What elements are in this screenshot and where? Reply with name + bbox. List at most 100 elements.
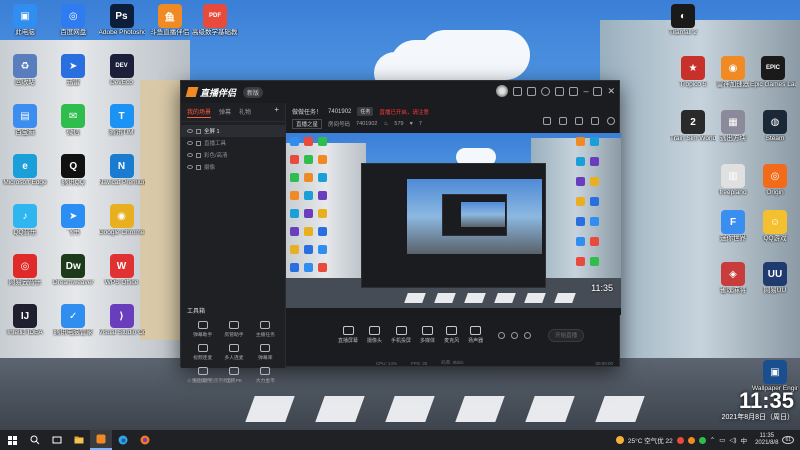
visibility-eye-icon[interactable] [187, 141, 193, 145]
desktop-shortcut[interactable]: UU 网易UU [752, 262, 798, 295]
toolbox-item[interactable]: 视频连麦 [187, 344, 218, 361]
notification-count[interactable]: 61 [782, 436, 794, 444]
toolbox-item[interactable]: 弹幕助手 [187, 321, 218, 338]
source-button[interactable]: 多媒体 [420, 326, 435, 344]
scene-item[interactable]: 摄像 [181, 161, 285, 173]
desktop-shortcut[interactable]: ◐ Titanfall 2 [660, 4, 706, 37]
taskbar-clock[interactable]: 11:35 2021/8/8 [755, 433, 778, 447]
tutorial-notice[interactable]: 斗鱼直播伴侣使用教程 [187, 378, 232, 384]
desktop-shortcut[interactable]: ▤ 百宝箱 [2, 104, 48, 137]
tray-app-icon[interactable] [676, 436, 684, 444]
toolbox-item[interactable]: 弹幕库 [250, 344, 281, 361]
add-scene-icon[interactable]: + [274, 106, 279, 118]
version-badge[interactable]: 新版 [243, 86, 264, 98]
desktop-shortcut[interactable]: N Navicat Premium [99, 154, 145, 187]
minimize-icon[interactable]: – [583, 86, 588, 96]
desktop-shortcut[interactable]: ⟩Visual Studio Code [99, 304, 145, 337]
scene-item[interactable]: 彩色/高清 [181, 149, 285, 161]
task-badge[interactable]: 任务 [357, 107, 374, 116]
desktop-shortcut[interactable]: ◉ Google Chrome [99, 204, 145, 237]
desktop-shortcut[interactable]: EPICEpic Games Launcher [750, 56, 796, 89]
visibility-eye-icon[interactable] [187, 153, 193, 157]
volume-icon[interactable]: ◁) [729, 436, 736, 444]
chevron-up-icon[interactable]: ⌃ [710, 436, 715, 444]
network-icon[interactable]: ▭ [719, 436, 725, 444]
search-button[interactable] [24, 430, 46, 450]
desktop-shortcut[interactable]: DEV DevEco [99, 54, 145, 87]
desktop-shortcut[interactable]: PDF高级数学基础教材.pdf [192, 4, 238, 37]
desktop-shortcut[interactable]: ♪ QQ音乐 [2, 204, 48, 237]
desktop-shortcut[interactable]: ✓ 腾讯电脑管家 [50, 304, 96, 337]
start-button[interactable] [0, 430, 24, 450]
gift-icon[interactable] [527, 86, 537, 96]
tab-danmaku[interactable]: 弹幕 [219, 107, 231, 118]
message-icon[interactable] [513, 86, 523, 96]
gear-icon[interactable] [524, 331, 532, 339]
desktop-shortcut[interactable]: T 腾讯TIM [99, 104, 145, 137]
desktop-shortcut[interactable]: ▣ 此电脑 [2, 4, 48, 37]
tray-douyu-icon[interactable] [687, 436, 695, 444]
desktop-shortcut[interactable]: W WPS Office [99, 254, 145, 287]
desktop-shortcut[interactable]: F 迷你世界 [710, 210, 756, 243]
desktop-shortcut[interactable]: ♻ 回收站 [2, 54, 48, 87]
taskbar-edge[interactable] [112, 430, 134, 450]
maximize-icon[interactable] [593, 86, 603, 96]
taskbar-explorer[interactable] [68, 430, 90, 450]
source-button[interactable]: 摄像头 [367, 326, 382, 344]
bell-icon[interactable] [591, 117, 599, 125]
task-view-button[interactable] [46, 430, 68, 450]
settings-icon[interactable] [555, 86, 565, 96]
more-icon[interactable] [607, 117, 615, 125]
desktop-shortcut[interactable]: ◈ 雀魂麻将 [710, 262, 756, 295]
scene-item[interactable]: 全屏 1 [181, 125, 285, 137]
desktop-shortcut[interactable]: ✉ 微信 [50, 104, 96, 137]
desktop-shortcut[interactable]: IJ IntelliJ IDEA [2, 304, 48, 337]
scene-item[interactable]: 直播工具 [181, 137, 285, 149]
desktop-shortcut[interactable]: Dw Dreamweaver [50, 254, 96, 287]
desktop-shortcut[interactable]: ☺ QQ游戏 [752, 210, 798, 243]
share-icon[interactable] [543, 117, 551, 125]
tab-my-scenes[interactable]: 我的场景 [187, 107, 212, 118]
toolbox-item[interactable]: 房管助手 [218, 321, 249, 338]
desktop-shortcut[interactable]: ▥ freepiano [710, 164, 756, 197]
start-live-button[interactable]: 开始直播 [548, 328, 585, 342]
desktop-shortcut[interactable]: ➤ 飞书 [50, 204, 96, 237]
desktop-shortcut[interactable]: ◎ 网易云音乐 [2, 254, 48, 287]
close-icon[interactable]: ✕ [607, 86, 615, 96]
tab-gifts[interactable]: 礼物 [239, 107, 251, 118]
stream-preview[interactable]: 11:35 [286, 133, 621, 315]
filter-icon[interactable] [511, 331, 519, 339]
category-badge[interactable]: 直播之星 [292, 119, 323, 129]
livestream-app-window[interactable]: 直播伴侣 新版 – ✕ 我的场景 弹幕 礼物 + 全屏 1 直播工具 彩色/高清… [180, 80, 621, 384]
desktop-shortcut[interactable]: ◎ Origin [752, 164, 798, 197]
tray-wechat-icon[interactable] [698, 436, 706, 444]
taskbar-firefox[interactable] [134, 430, 156, 450]
beauty-icon[interactable] [498, 331, 506, 339]
edit-icon[interactable] [559, 117, 567, 125]
user-avatar[interactable] [496, 85, 509, 97]
source-button[interactable]: 麦克风 [444, 326, 459, 344]
help-icon[interactable] [541, 86, 551, 96]
desktop-shortcut[interactable]: Q 腾讯QQ [50, 154, 96, 187]
desktop-shortcut[interactable]: ➤ 迅雷 [50, 54, 96, 87]
visibility-eye-icon[interactable] [187, 129, 193, 133]
toolbox-item[interactable]: 多人连麦 [218, 344, 249, 361]
desktop-shortcut[interactable]: 鱼斗鱼直播伴侣 [147, 4, 193, 37]
record-icon[interactable] [575, 117, 583, 125]
desktop-shortcut[interactable]: ◎ 百度网盘 [50, 4, 96, 37]
desktop-shortcut[interactable]: PsAdobe Photoshop [99, 4, 145, 37]
desktop-shortcut[interactable]: e Microsoft Edge [2, 154, 48, 187]
visibility-eye-icon[interactable] [187, 165, 193, 169]
source-button[interactable]: 手机投屏 [391, 326, 411, 344]
taskbar-douyu[interactable] [90, 430, 112, 450]
weather-text[interactable]: 25°C 空气优 22 [628, 435, 673, 445]
desktop-shortcut[interactable]: ◍ Steam [752, 110, 798, 143]
source-button[interactable]: 直播屏幕 [338, 326, 358, 344]
source-button[interactable]: 扬声器 [468, 326, 483, 344]
app-titlebar[interactable]: 直播伴侣 新版 – ✕ [181, 81, 621, 103]
desktop-shortcut[interactable]: ▦ 逃出方块 [710, 110, 756, 143]
toolbox-item[interactable]: 主播任务 [250, 321, 281, 338]
ime-indicator[interactable]: 中 [741, 435, 748, 445]
toolbox-item[interactable]: 大力金币 [250, 367, 281, 384]
menu-icon[interactable] [569, 86, 579, 96]
